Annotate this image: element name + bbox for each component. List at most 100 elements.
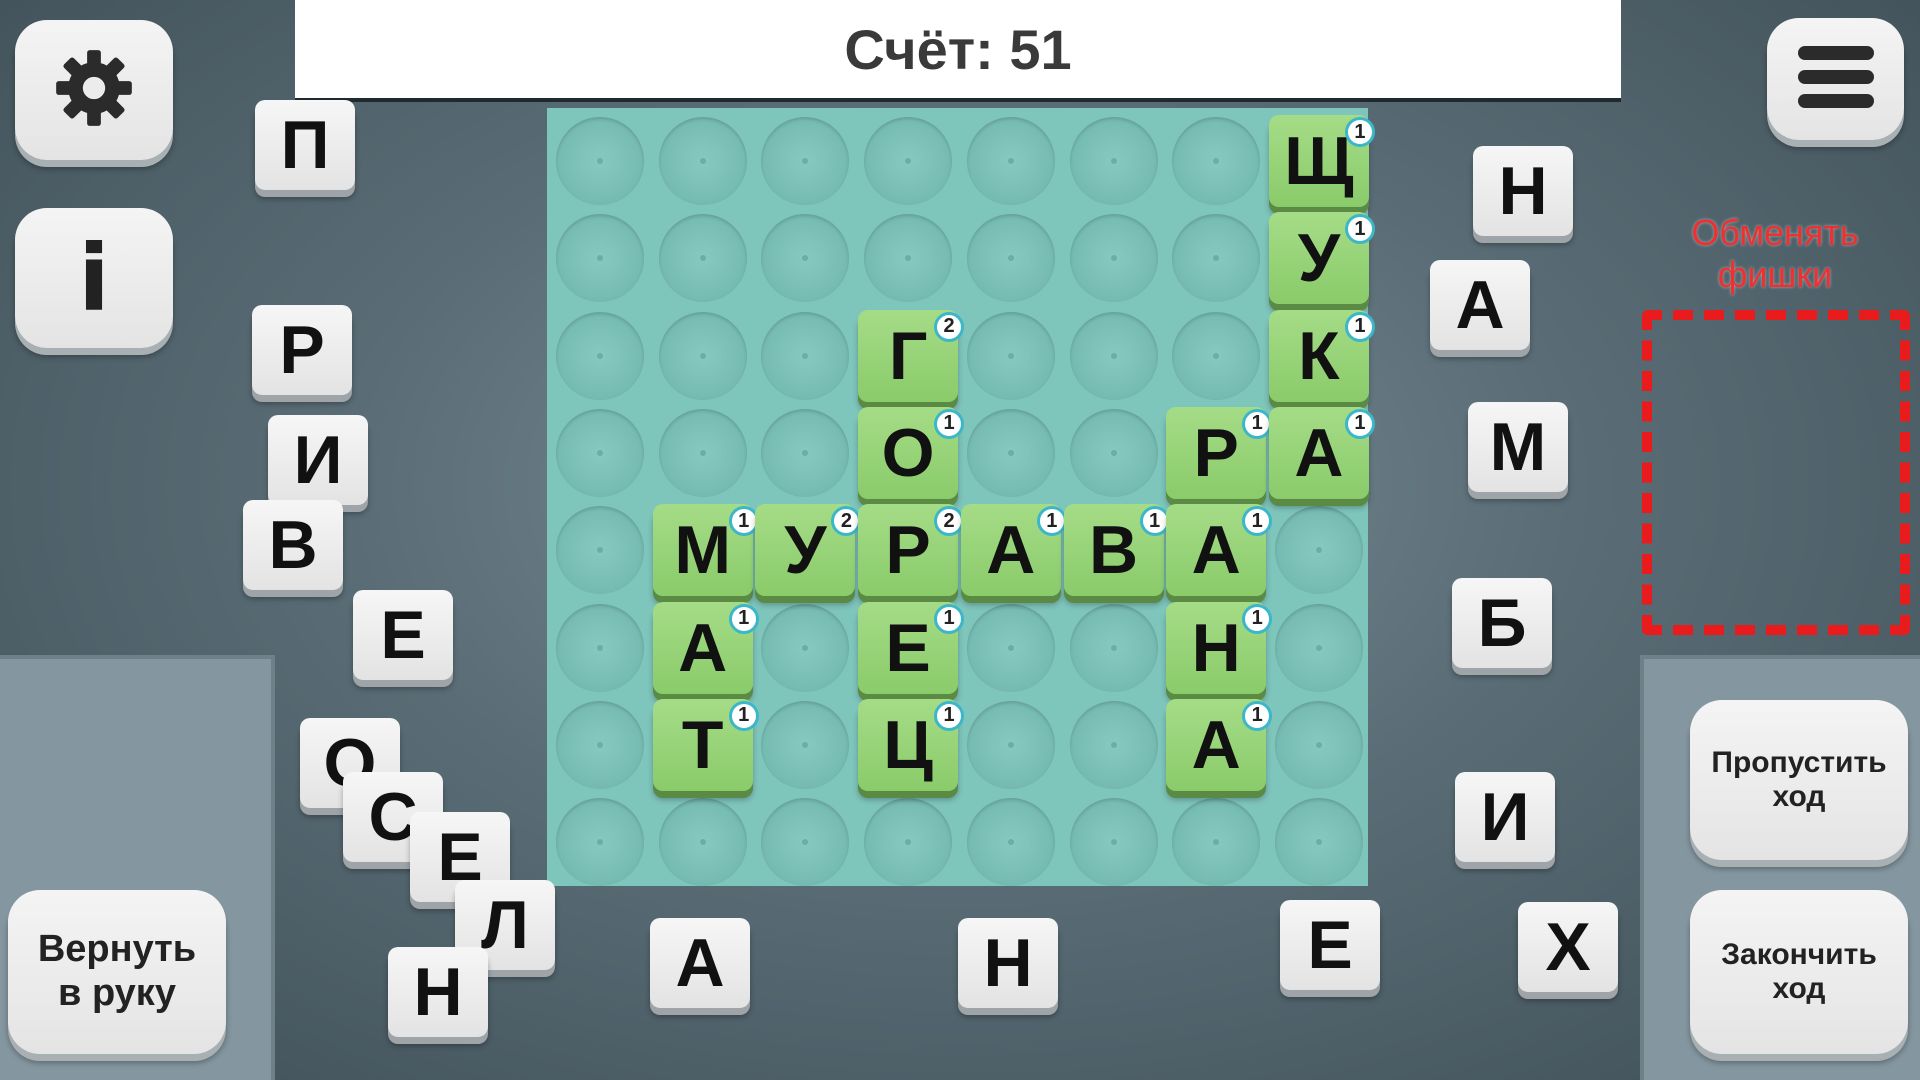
board-cell[interactable] <box>761 117 850 205</box>
board-cell[interactable] <box>658 117 747 205</box>
hand-tile[interactable]: Х <box>1518 902 1618 992</box>
board-tile[interactable]: Т1 <box>652 698 759 791</box>
tile-points-badge: 1 <box>1242 700 1273 731</box>
board-tile[interactable]: В1 <box>1063 504 1170 597</box>
hand-tile[interactable]: Н <box>388 947 488 1037</box>
board-cell[interactable] <box>1069 603 1158 692</box>
board-cell[interactable] <box>556 408 644 497</box>
board-cell[interactable] <box>556 506 644 595</box>
board-tile[interactable]: Ц1 <box>858 698 965 791</box>
tile-letter: Ц <box>883 706 933 783</box>
board-tile[interactable]: А1 <box>1166 504 1273 597</box>
board-cell[interactable] <box>1172 117 1261 205</box>
board-cell[interactable] <box>556 700 644 789</box>
board-cell[interactable] <box>556 214 644 303</box>
board-cell[interactable] <box>966 214 1055 303</box>
board-cell[interactable] <box>1069 408 1158 497</box>
board-tile[interactable]: Е1 <box>858 601 965 694</box>
board-cell[interactable] <box>1172 798 1261 887</box>
end-turn-button[interactable]: Закончить ход <box>1690 890 1908 1054</box>
board-cell[interactable] <box>864 214 953 303</box>
tile-letter: У <box>784 512 827 589</box>
end-turn-label: Закончить ход <box>1721 937 1877 1006</box>
board-cell[interactable] <box>556 798 644 887</box>
hand-tile[interactable]: И <box>268 415 368 505</box>
menu-button[interactable] <box>1767 18 1904 140</box>
board-cell[interactable] <box>556 117 644 205</box>
tile-letter: В <box>1088 512 1139 589</box>
board-cell[interactable] <box>1069 311 1158 400</box>
board-cell[interactable] <box>966 798 1055 887</box>
board-tile[interactable]: У1 <box>1268 212 1375 305</box>
board-cell[interactable] <box>1069 798 1158 887</box>
board-tile[interactable]: Щ1 <box>1268 115 1375 207</box>
tile-letter: Н <box>1191 609 1241 686</box>
return-to-hand-button[interactable]: Вернуть в руку <box>8 890 226 1054</box>
board-cell[interactable] <box>864 798 953 887</box>
board-tile[interactable]: А1 <box>960 504 1067 597</box>
hand-tile[interactable]: А <box>650 918 750 1008</box>
board-cell[interactable] <box>1069 214 1158 303</box>
board-cell[interactable] <box>966 408 1055 497</box>
tile-letter: Р <box>885 512 931 589</box>
info-icon: i <box>78 224 110 332</box>
board-cell[interactable] <box>966 700 1055 789</box>
board-cell[interactable] <box>761 311 850 400</box>
game-board[interactable]: Щ1У1Г2К1О1Р1А1М1У2Р2А1В1А1А1Е1Н1Т1Ц1А1 <box>547 108 1375 887</box>
board-tile[interactable]: О1 <box>858 406 965 499</box>
board-cell[interactable] <box>1274 603 1363 692</box>
board-tile[interactable]: А1 <box>1268 406 1375 499</box>
board-tile[interactable]: М1 <box>652 504 759 597</box>
board-cell[interactable] <box>1069 700 1158 789</box>
board-tile[interactable]: Н1 <box>1166 601 1273 694</box>
board-tile[interactable]: Г2 <box>858 309 965 402</box>
board-cell[interactable] <box>761 603 850 692</box>
board-cell[interactable] <box>966 603 1055 692</box>
board-tile[interactable]: У2 <box>755 504 862 597</box>
hand-tile[interactable]: М <box>1468 402 1568 492</box>
board-cell[interactable] <box>761 408 850 497</box>
tile-letter: Г <box>888 317 928 394</box>
board-cell[interactable] <box>1274 798 1363 887</box>
hand-tile[interactable]: Н <box>958 918 1058 1008</box>
board-cell[interactable] <box>966 311 1055 400</box>
board-cell[interactable] <box>556 311 644 400</box>
board-cell[interactable] <box>556 603 644 692</box>
board-cell[interactable] <box>658 408 747 497</box>
tile-letter: Е <box>885 609 931 686</box>
settings-button[interactable] <box>15 20 173 160</box>
hand-tile[interactable]: Р <box>252 305 352 395</box>
board-cell[interactable] <box>761 214 850 303</box>
board-cell[interactable] <box>761 700 850 789</box>
info-button[interactable]: i <box>15 208 173 348</box>
board-cell[interactable] <box>658 214 747 303</box>
hand-tile[interactable]: Е <box>353 590 453 680</box>
hand-tile[interactable]: А <box>1430 260 1530 350</box>
board-cell[interactable] <box>1172 214 1261 303</box>
board-tile[interactable]: А1 <box>1166 698 1273 791</box>
board-cell[interactable] <box>658 311 747 400</box>
hand-tile[interactable]: П <box>255 100 355 190</box>
hand-tile[interactable]: В <box>243 500 343 590</box>
exchange-drop-zone[interactable] <box>1642 310 1910 635</box>
tile-points-badge: 1 <box>1344 117 1375 147</box>
tile-points-badge: 1 <box>1242 408 1273 439</box>
board-cell[interactable] <box>1069 117 1158 205</box>
board-cell[interactable] <box>966 117 1055 205</box>
board-cell[interactable] <box>1172 311 1261 400</box>
board-cell[interactable] <box>761 798 850 887</box>
board-cell[interactable] <box>864 117 953 205</box>
hand-tile[interactable]: Е <box>1280 900 1380 990</box>
hand-tile[interactable]: Н <box>1473 146 1573 236</box>
board-tile[interactable]: А1 <box>652 601 759 694</box>
board-tile[interactable]: К1 <box>1268 309 1375 402</box>
hand-tile[interactable]: Б <box>1452 578 1552 668</box>
board-cell[interactable] <box>1274 506 1363 595</box>
board-tile[interactable]: Р1 <box>1166 406 1273 499</box>
tile-points-badge: 2 <box>934 506 965 537</box>
board-cell[interactable] <box>1274 700 1363 789</box>
board-cell[interactable] <box>658 798 747 887</box>
hand-tile[interactable]: И <box>1455 772 1555 862</box>
board-tile[interactable]: Р2 <box>858 504 965 597</box>
skip-turn-button[interactable]: Пропустить ход <box>1690 700 1908 860</box>
